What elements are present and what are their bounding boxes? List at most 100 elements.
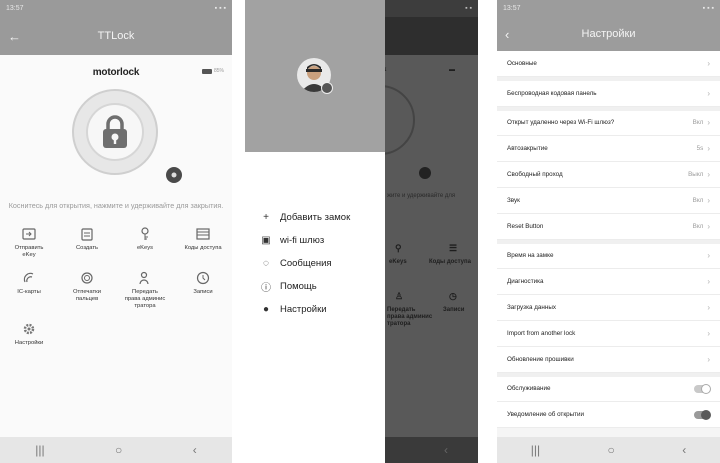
settings-row[interactable]: Reset Button Вкл ›: [497, 213, 720, 240]
settings-row[interactable]: Открыт удаленно через Wi-Fi шлюз? Вкл ›: [497, 110, 720, 137]
back-button[interactable]: ‹: [444, 443, 448, 457]
setting-label: Автозакрытие: [507, 145, 548, 153]
menu-item-label: Сообщения: [280, 258, 332, 269]
menu-item-gateway[interactable]: ▣ wi-fi шлюз: [245, 229, 385, 252]
chevron-right-icon: ›: [707, 328, 710, 338]
back-arrow-icon[interactable]: ‹: [505, 27, 521, 42]
chevron-right-icon: ›: [707, 277, 710, 287]
gateway-icon: ▣: [261, 235, 271, 246]
feature-records[interactable]: Записи: [174, 271, 232, 310]
feature-label: Отпечатки пальцев: [73, 289, 101, 302]
status-bar: 13:57 ▪ ▪ ▪: [497, 0, 720, 17]
lock-name: motorlock: [92, 66, 140, 78]
plus-icon: +: [263, 212, 269, 223]
feature-access-codes[interactable]: Коды доступа: [174, 227, 232, 259]
menu-item-message[interactable]: ◌ Сообщения: [245, 252, 385, 275]
feature-ekeys[interactable]: eKeys: [116, 227, 174, 259]
toggle-switch[interactable]: [694, 383, 711, 394]
dimmed-background[interactable]: ▪ ▪ k ▬ жите и удерживайте для ⚲ ☰ eKeys…: [345, 0, 478, 463]
setting-label: Reset Button: [507, 222, 544, 230]
drawer-header: [245, 0, 385, 152]
menu-item-label: Добавить замок: [280, 212, 351, 223]
header: 13:57 ▪ ▪ ▪ ‹ Настройки: [497, 0, 720, 51]
recents-button[interactable]: |||: [531, 443, 540, 457]
menu-item-label: Настройки: [280, 304, 327, 315]
setting-label: Обновление прошивки: [507, 355, 574, 363]
back-button[interactable]: ‹: [682, 443, 686, 457]
settings-row[interactable]: Обновление прошивки ›: [497, 346, 720, 373]
edit-avatar-icon[interactable]: [321, 82, 333, 94]
lock-content: motorlock 85% Коснитесь для открытия, на…: [0, 55, 232, 437]
feature-settings[interactable]: Настройки: [0, 322, 58, 347]
setting-value: Выкл: [688, 171, 704, 179]
settings-row[interactable]: Уведомление об открытии: [497, 402, 720, 429]
remote-unlock-icon[interactable]: [166, 167, 182, 183]
battery-indicator: 85%: [201, 68, 224, 74]
settings-row[interactable]: Время на замке ›: [497, 243, 720, 270]
feature-label: Создать: [75, 245, 99, 251]
home-button[interactable]: ○: [115, 443, 122, 457]
back-button[interactable]: ‹: [193, 443, 197, 457]
chevron-right-icon: ›: [707, 195, 710, 205]
feature-label: eKeys: [136, 245, 154, 251]
menu-item-help[interactable]: ⓘ Помощь: [245, 275, 385, 298]
menu-item-plus[interactable]: + Добавить замок: [245, 206, 385, 229]
settings-list: Основные › Беспроводная кодовая панель › Отк…: [497, 51, 720, 429]
setting-label: Import from another lock: [507, 329, 576, 337]
settings-row[interactable]: Свободный проход Выкл ›: [497, 162, 720, 188]
chevron-right-icon: ›: [707, 221, 710, 231]
menu-item-settings[interactable]: ● Настройки: [245, 298, 385, 321]
back-arrow-icon[interactable]: ←: [8, 29, 24, 44]
menu-item-label: wi-fi шлюз: [280, 235, 325, 246]
recents-button[interactable]: |||: [35, 443, 44, 457]
lock-area: [0, 89, 232, 201]
status-bar-dim: ▪ ▪: [465, 5, 472, 12]
setting-label: Беспроводная кодовая панель: [507, 89, 597, 97]
drawer-screen: ▪ ▪ k ▬ жите и удерживайте для ⚲ ☰ eKeys…: [245, 0, 478, 463]
status-time: 13:57: [6, 5, 24, 12]
menu-item-label: Помощь: [280, 281, 317, 292]
setting-label: Обслуживание: [507, 385, 551, 393]
settings-row[interactable]: Диагностика ›: [497, 269, 720, 296]
ekeys-icon: [138, 227, 152, 241]
setting-label: Время на замке: [507, 252, 554, 260]
feature-send-ekey[interactable]: Отправить eKey: [0, 227, 58, 259]
header: 13:57 ▪ ▪ ▪ ← TTLock: [0, 0, 232, 55]
setting-value: 5s: [696, 145, 704, 153]
unlock-button[interactable]: [72, 89, 158, 175]
toggle-switch[interactable]: [694, 409, 711, 420]
settings-row[interactable]: Обслуживание: [497, 376, 720, 403]
settings-row[interactable]: Import from another lock ›: [497, 320, 720, 347]
settings-row[interactable]: Основные ›: [497, 51, 720, 77]
status-icons: ▪ ▪ ▪: [702, 5, 714, 12]
feature-label: Настройки: [14, 340, 44, 346]
dimmed-lock-content: k ▬ жите и удерживайте для ⚲ ☰ eKeys Код…: [345, 55, 478, 437]
settings-icon: ●: [262, 304, 270, 315]
setting-label: Основные: [507, 59, 537, 67]
setting-value: Вкл: [692, 222, 704, 230]
battery-level: 85%: [213, 68, 224, 74]
setting-label: Диагностика: [507, 278, 544, 286]
settings-row[interactable]: Автозакрытие 5s ›: [497, 136, 720, 163]
feature-ic-card[interactable]: IC-карты: [0, 271, 58, 310]
feature-transfer-admin[interactable]: Передать права админис тратора: [116, 271, 174, 310]
feature-label: Коды доступа: [184, 245, 222, 251]
feature-fingerprint[interactable]: Отпечатки пальцев: [58, 271, 116, 310]
feature-create[interactable]: Создать: [58, 227, 116, 259]
chevron-right-icon: ›: [707, 354, 710, 364]
battery-icon: [201, 68, 212, 74]
status-time: 13:57: [503, 5, 521, 12]
settings-row[interactable]: Загрузка данных ›: [497, 295, 720, 321]
chevron-right-icon: ›: [707, 144, 710, 154]
transfer-admin-icon: [138, 271, 152, 285]
records-icon: [196, 271, 210, 285]
create-icon: [80, 227, 94, 241]
home-button[interactable]: ○: [608, 443, 615, 457]
settings-row[interactable]: Звук Вкл ›: [497, 187, 720, 214]
status-icons: ▪ ▪ ▪: [214, 5, 226, 12]
setting-value: Вкл: [692, 119, 704, 127]
padlock-icon: [86, 103, 144, 161]
page-title: TTLock: [97, 30, 135, 42]
settings-screen: 13:57 ▪ ▪ ▪ ‹ Настройки Основные › Беспров…: [497, 0, 720, 463]
settings-row[interactable]: Беспроводная кодовая панель ›: [497, 80, 720, 107]
